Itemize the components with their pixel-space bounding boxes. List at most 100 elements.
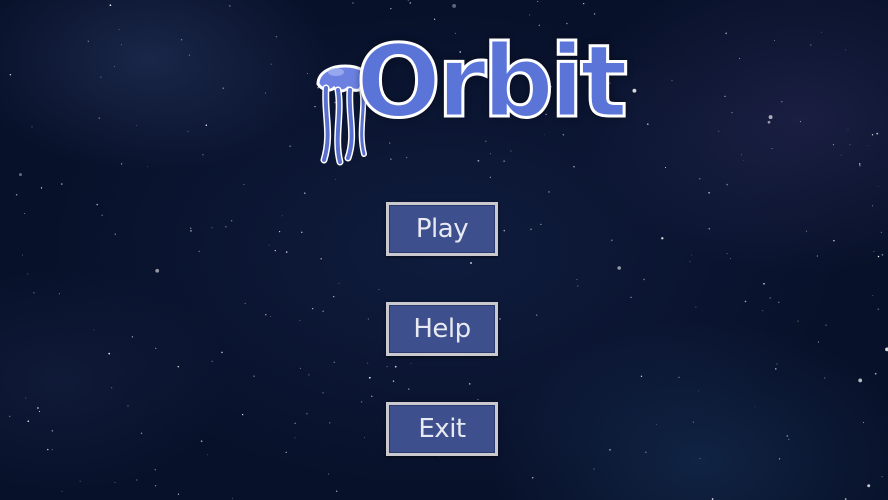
- exit-button[interactable]: Exit: [386, 402, 498, 456]
- star: [180, 39, 183, 41]
- star: [730, 258, 731, 259]
- star: [718, 131, 720, 132]
- star: [877, 308, 879, 310]
- star: [699, 457, 701, 460]
- star: [299, 367, 302, 370]
- star: [79, 480, 81, 482]
- star: [281, 215, 283, 217]
- star: [31, 126, 33, 128]
- star: [367, 318, 369, 320]
- star: [270, 63, 272, 65]
- star: [434, 18, 436, 20]
- star: [155, 347, 157, 350]
- star: [774, 40, 775, 41]
- star: [205, 124, 208, 127]
- star: [371, 395, 373, 397]
- star: [289, 145, 291, 147]
- star: [880, 231, 882, 233]
- star: [303, 192, 306, 195]
- star: [98, 117, 101, 119]
- star: [872, 205, 873, 207]
- star: [394, 365, 397, 368]
- star: [862, 422, 864, 423]
- star: [322, 310, 324, 312]
- star: [333, 295, 335, 298]
- star: [743, 160, 745, 161]
- star: [131, 336, 134, 338]
- star: [529, 14, 531, 16]
- star: [548, 191, 550, 193]
- star: [274, 250, 276, 252]
- star: [187, 130, 189, 132]
- star: [817, 341, 819, 343]
- star: [583, 2, 585, 5]
- star: [352, 2, 354, 4]
- star: [127, 405, 129, 407]
- star: [15, 194, 18, 196]
- star: [632, 88, 637, 93]
- star: [699, 178, 701, 180]
- star: [630, 296, 632, 299]
- star: [788, 438, 790, 440]
- star: [225, 226, 227, 228]
- star: [294, 437, 296, 439]
- star: [253, 375, 255, 377]
- star: [336, 490, 338, 492]
- star: [301, 231, 303, 233]
- star: [155, 268, 160, 273]
- star: [378, 289, 380, 291]
- star: [61, 490, 63, 492]
- star: [25, 397, 27, 399]
- star: [190, 230, 192, 232]
- star: [540, 223, 542, 226]
- star: [407, 0, 409, 1]
- star: [531, 477, 534, 479]
- star: [51, 449, 53, 451]
- star: [329, 422, 331, 424]
- star: [779, 458, 781, 460]
- star: [847, 129, 849, 130]
- star: [768, 115, 773, 120]
- star: [763, 282, 765, 285]
- star: [111, 387, 113, 389]
- star: [771, 148, 773, 150]
- star: [691, 254, 692, 256]
- play-button[interactable]: Play: [386, 202, 498, 256]
- star: [47, 448, 49, 451]
- star: [308, 374, 310, 376]
- star: [678, 376, 680, 378]
- star: [877, 255, 880, 258]
- star: [136, 125, 137, 127]
- star: [741, 154, 743, 156]
- star: [392, 380, 395, 382]
- star: [781, 101, 783, 103]
- star: [101, 214, 103, 216]
- star: [19, 173, 22, 177]
- star: [21, 254, 23, 256]
- star: [536, 314, 538, 316]
- star: [871, 134, 874, 136]
- star: [361, 401, 363, 403]
- star: [320, 257, 323, 260]
- star: [114, 233, 116, 235]
- help-button[interactable]: Help: [386, 302, 498, 356]
- star: [867, 145, 869, 146]
- star: [695, 306, 697, 308]
- star: [211, 227, 213, 229]
- star: [222, 87, 225, 90]
- star: [611, 239, 613, 242]
- star: [767, 120, 771, 124]
- star: [190, 227, 192, 229]
- star: [873, 251, 875, 252]
- star: [645, 451, 647, 453]
- star: [726, 183, 729, 186]
- star: [593, 13, 596, 15]
- star: [655, 424, 657, 425]
- star: [328, 473, 330, 475]
- star: [177, 365, 180, 368]
- star: [147, 166, 148, 168]
- star: [244, 302, 246, 305]
- star: [692, 421, 695, 423]
- star: [243, 184, 245, 186]
- star: [368, 376, 371, 379]
